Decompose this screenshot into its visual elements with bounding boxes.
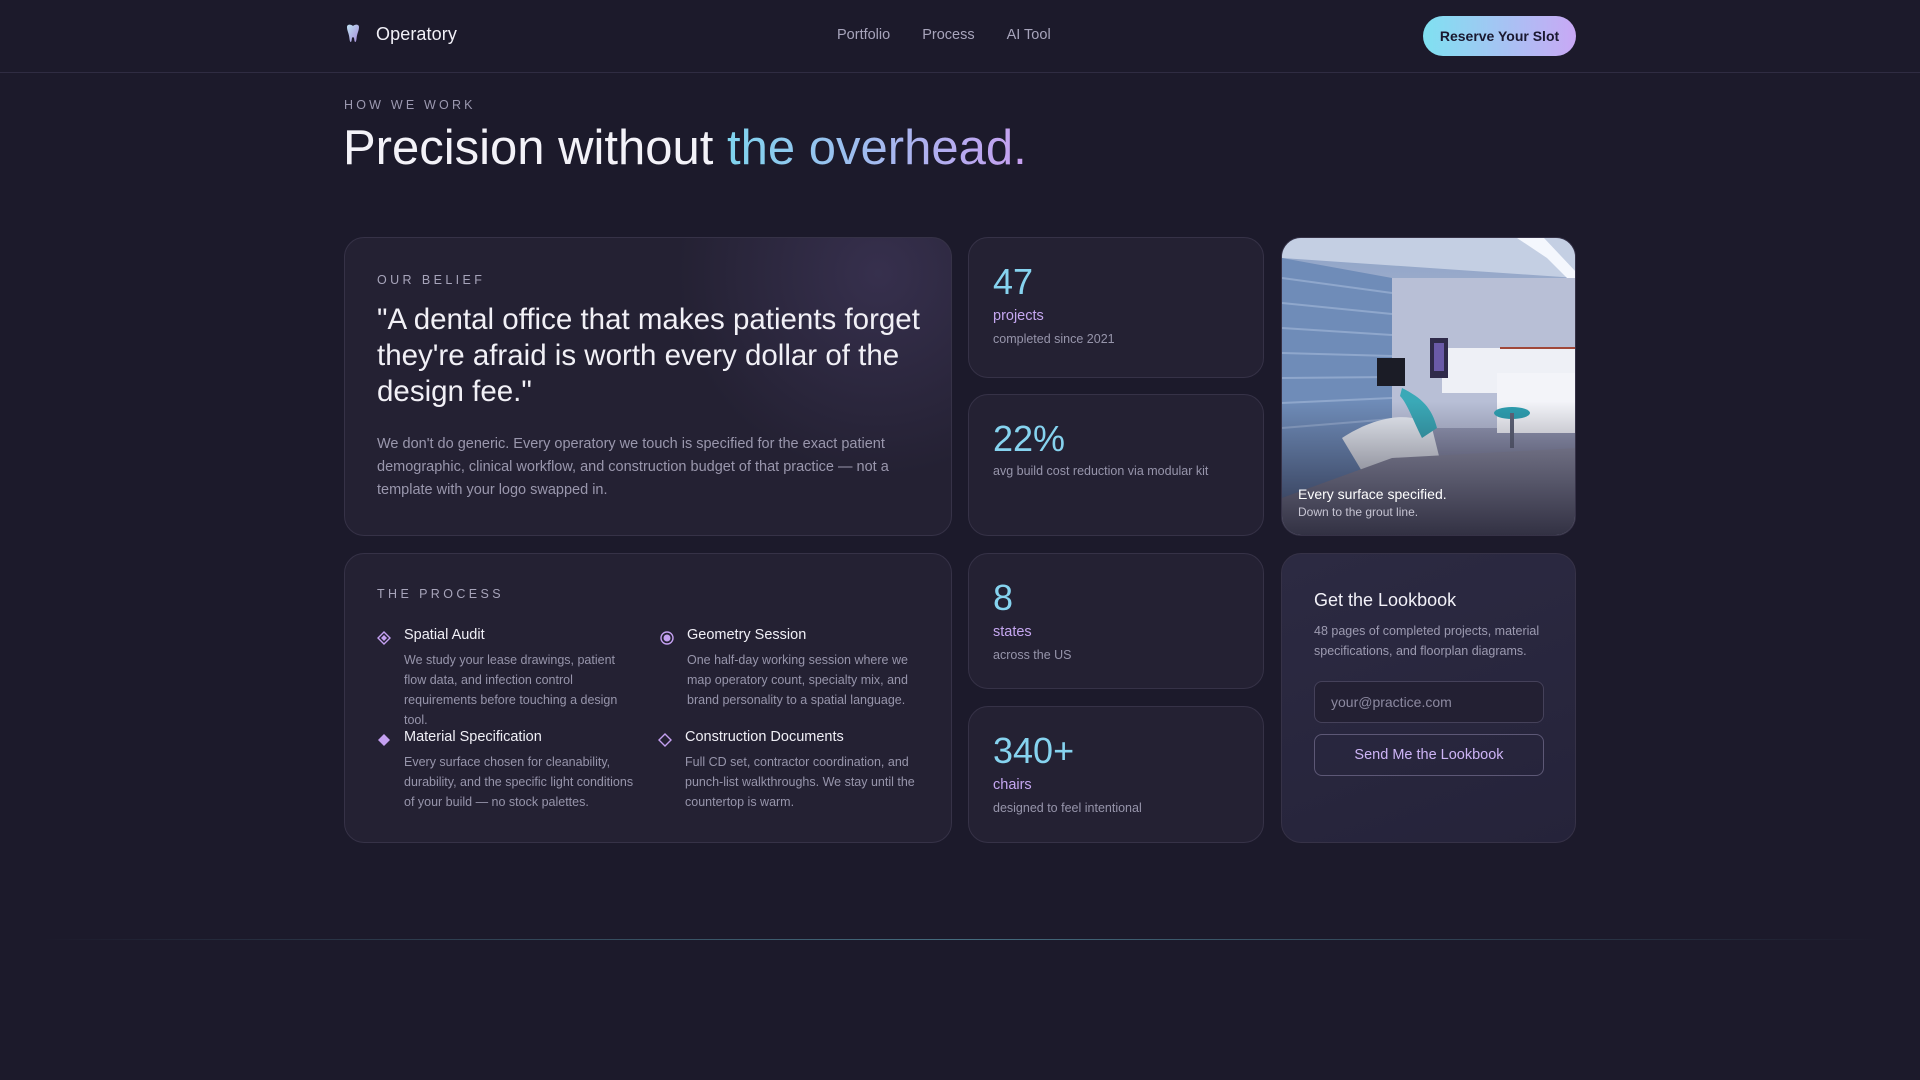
- process-eyebrow: THE PROCESS: [377, 587, 504, 601]
- diamond-solid-icon: [378, 734, 390, 746]
- operatory-photo-card: Every surface specified. Down to the gro…: [1281, 237, 1576, 536]
- belief-quote: "A dental office that makes patients for…: [377, 303, 920, 408]
- stat-value: 8: [993, 577, 1014, 618]
- step-desc: We study your lease drawings, patient fl…: [404, 653, 618, 727]
- step-title: Material Specification: [404, 729, 542, 745]
- diamond-outline-icon: [658, 733, 672, 747]
- photo-caption-title: Every surface specified.: [1298, 486, 1447, 502]
- lookbook-title: Get the Lookbook: [1314, 590, 1457, 610]
- stat-label: chairs: [993, 777, 1032, 793]
- reserve-slot-button[interactable]: Reserve Your Slot: [1423, 16, 1576, 56]
- stat-sub: designed to feel intentional: [993, 801, 1142, 815]
- stat-label: states: [993, 624, 1032, 640]
- belief-eyebrow: OUR BELIEF: [377, 273, 486, 287]
- stat-card-states: 8 states across the US: [968, 553, 1264, 689]
- step-title: Geometry Session: [687, 627, 807, 643]
- top-nav: Operatory Portfolio Process AI Tool Rese…: [0, 0, 1920, 73]
- step-desc: One half-day working session where we ma…: [687, 653, 908, 707]
- stat-card-cost-reduction: 22% avg build cost reduction via modular…: [968, 394, 1264, 536]
- stat-value: 340+: [993, 730, 1075, 771]
- lookbook-desc: 48 pages of completed projects, material…: [1314, 624, 1540, 658]
- headline-plain: Precision without: [343, 121, 728, 175]
- brand[interactable]: Operatory: [344, 22, 457, 46]
- footer-divider: [40, 939, 1880, 940]
- step-desc: Every surface chosen for cleanability, d…: [404, 755, 634, 809]
- email-field[interactable]: [1314, 681, 1544, 723]
- circle-dot-icon: [660, 631, 674, 645]
- nav-links: Portfolio Process AI Tool: [837, 27, 1051, 43]
- process-card: THE PROCESS Spatial Audit We study your …: [344, 553, 952, 843]
- belief-card: OUR BELIEF "A dental office that makes p…: [344, 237, 952, 536]
- nav-link-process[interactable]: Process: [922, 27, 974, 43]
- section-eyebrow: HOW WE WORK: [344, 98, 476, 112]
- stat-sub: across the US: [993, 648, 1072, 662]
- tooth-logo-icon: [347, 24, 359, 42]
- page-title: Precision without the overhead.: [343, 120, 1027, 176]
- nav-link-portfolio[interactable]: Portfolio: [837, 27, 890, 43]
- stat-card-chairs: 340+ chairs designed to feel intentional: [968, 706, 1264, 843]
- headline-accent: the overhead.: [727, 121, 1027, 175]
- stat-card-projects: 47 projects completed since 2021: [968, 237, 1264, 378]
- stat-value: 22%: [993, 418, 1066, 459]
- send-lookbook-button[interactable]: Send Me the Lookbook: [1314, 734, 1544, 776]
- stat-sub: avg build cost reduction via modular kit: [993, 464, 1209, 478]
- step-title: Spatial Audit: [404, 627, 485, 643]
- lookbook-card: Get the Lookbook 48 pages of completed p…: [1281, 553, 1576, 843]
- photo-caption-subtitle: Down to the grout line.: [1298, 505, 1419, 519]
- belief-body: We don't do generic. Every operatory we …: [377, 436, 889, 498]
- step-title: Construction Documents: [685, 729, 844, 745]
- stat-label: projects: [993, 308, 1044, 324]
- stat-value: 47: [993, 261, 1034, 302]
- brand-name: Operatory: [376, 23, 457, 44]
- diamond-filled-icon: [377, 631, 391, 645]
- nav-link-ai-tool[interactable]: AI Tool: [1007, 27, 1051, 43]
- step-desc: Full CD set, contractor coordination, an…: [685, 755, 915, 809]
- stat-sub: completed since 2021: [993, 332, 1115, 346]
